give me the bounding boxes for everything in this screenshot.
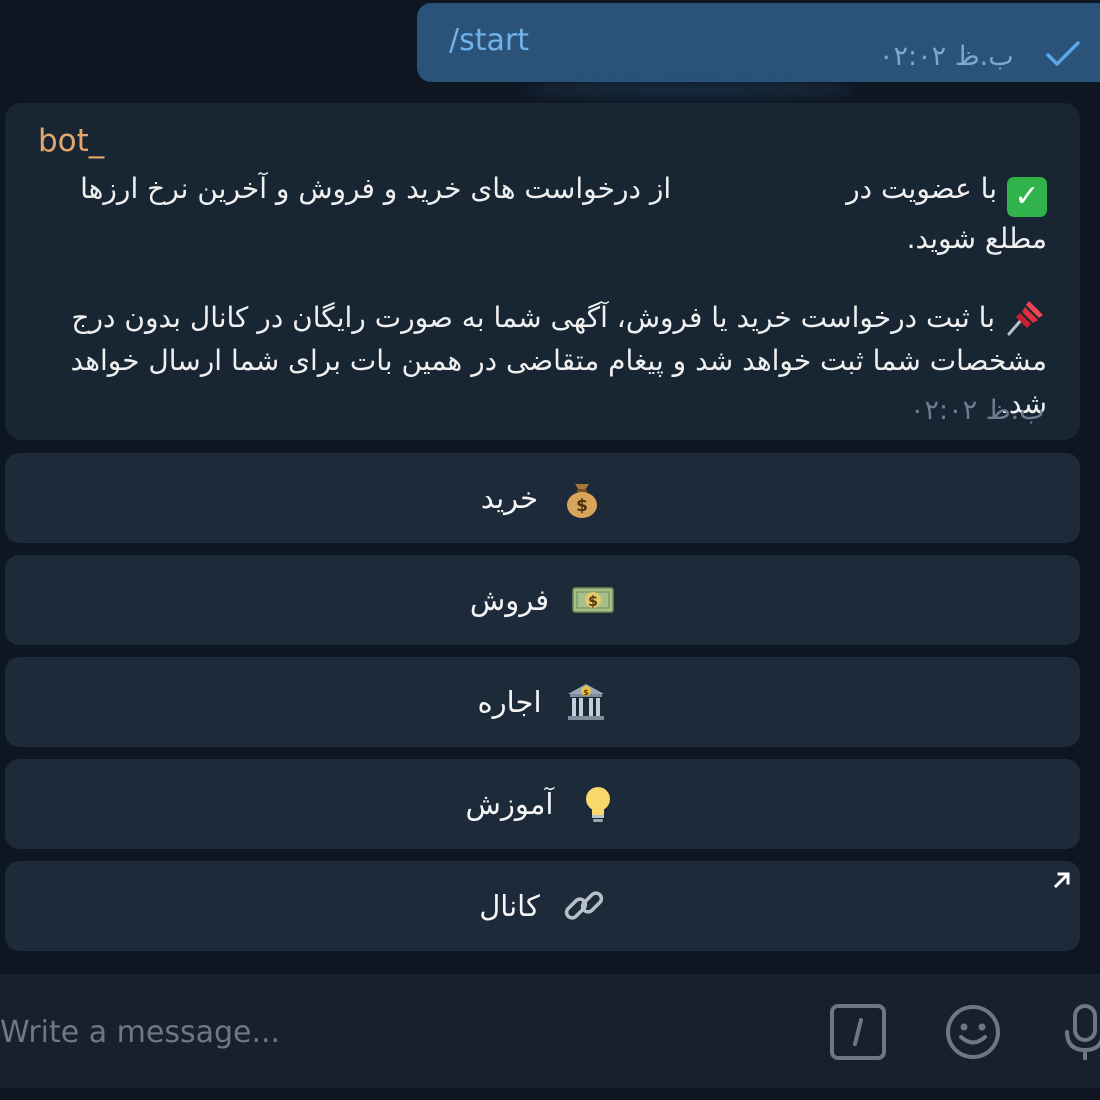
keyboard-button-label: فروش	[469, 583, 550, 617]
redaction-smear	[520, 82, 860, 98]
svg-text:$: $	[588, 594, 598, 610]
bot-command-icon[interactable]	[828, 1002, 888, 1062]
emoji-smile-icon[interactable]	[943, 1002, 1003, 1062]
money-bag-icon: $	[567, 484, 598, 518]
keyboard-button-label: آموزش	[465, 787, 554, 821]
incoming-message-time: ب.ظ ۰۲:۰۲	[910, 395, 1045, 426]
message-paragraph-2: با ثبت درخواست خرید یا فروش، آگهی شما به…	[37, 296, 1047, 425]
message-text-line2: با ثبت درخواست خرید یا فروش، آگهی شما به…	[70, 301, 1047, 420]
outgoing-message-text: /start	[449, 23, 529, 58]
keyboard-button-channel[interactable]: کانال	[5, 861, 1080, 951]
message-paragraph-1: ✓با عضویت دراز درخواست های خرید و فروش و…	[47, 167, 1047, 260]
svg-text:$: $	[576, 496, 588, 516]
message-text-line1: با عضویت در	[846, 172, 997, 205]
message-composer	[0, 974, 1100, 1088]
keyboard-button-buy[interactable]: $ خرید	[5, 453, 1080, 543]
redacted-channel-name	[671, 174, 847, 204]
sender-name[interactable]: bot_	[38, 123, 104, 159]
outgoing-message-bubble[interactable]: /start ب.ظ ۰۲:۰۲	[417, 3, 1100, 82]
pushpin-emoji-icon	[1007, 301, 1043, 336]
bank-building-icon: $	[567, 684, 604, 720]
banknote-dollar-icon: $	[572, 587, 614, 613]
message-input[interactable]	[0, 1002, 700, 1062]
incoming-message-bubble[interactable]: bot_ ✓با عضویت دراز درخواست های خرید و ف…	[5, 103, 1080, 440]
keyboard-button-sell[interactable]: $ فروش	[5, 555, 1080, 645]
keyboard-button-tutorial[interactable]: آموزش	[5, 759, 1080, 849]
chat-window: /start ب.ظ ۰۲:۰۲ bot_ ✓با عضویت دراز درخ…	[0, 0, 1100, 1100]
keyboard-button-label: خرید	[480, 481, 539, 515]
keyboard-button-label: اجاره	[477, 685, 542, 719]
outgoing-message-time: ب.ظ ۰۲:۰۲	[879, 41, 1014, 72]
bottom-strip	[0, 1088, 1100, 1100]
check-mark-emoji-icon: ✓	[1007, 177, 1047, 217]
link-chain-icon	[564, 891, 603, 920]
keyboard-button-label: کانال	[479, 889, 540, 923]
light-bulb-icon	[585, 787, 610, 822]
keyboard-button-rent[interactable]: $ اجاره	[5, 657, 1080, 747]
double-check-icon	[1046, 41, 1080, 66]
svg-text:$: $	[583, 688, 589, 697]
microphone-icon[interactable]	[1055, 1002, 1100, 1062]
